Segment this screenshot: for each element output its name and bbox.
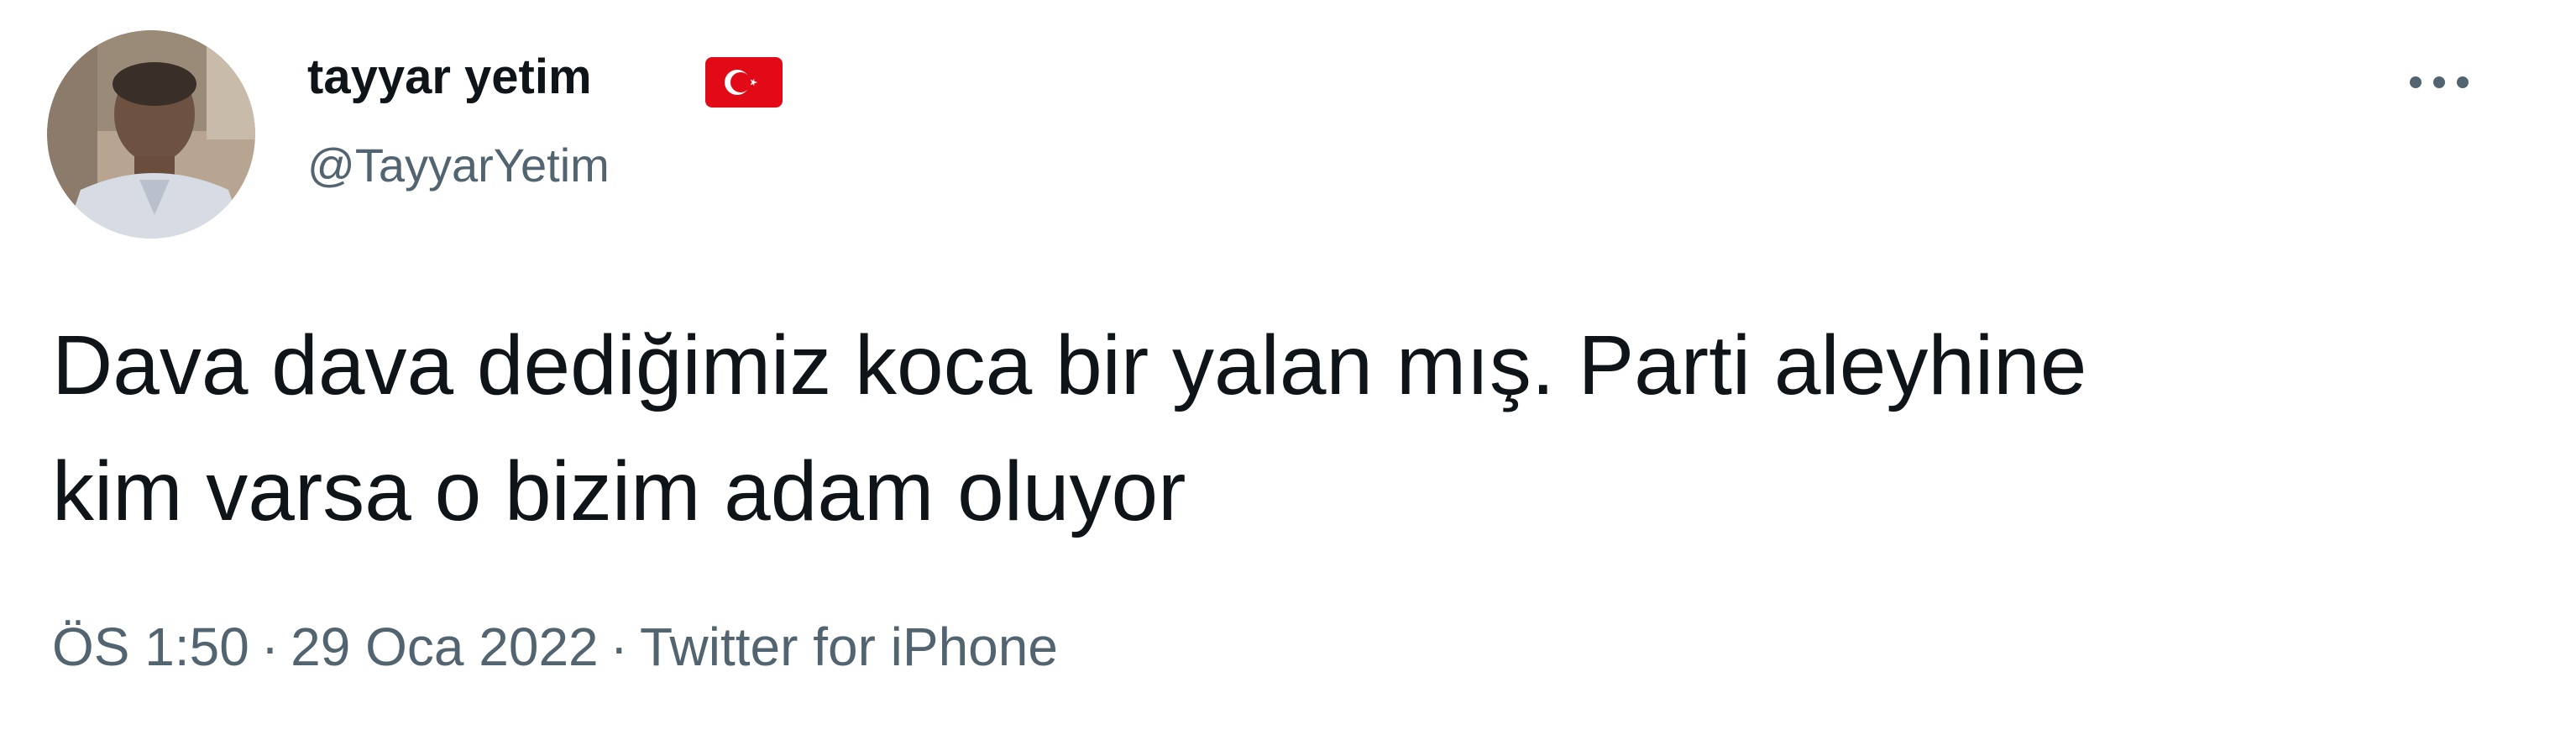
display-name[interactable]: tayyar yetim	[307, 47, 592, 108]
profile-photo-icon	[47, 30, 255, 239]
tweet-card: tayyar yetim @TayyarYetim Dava dava dedi…	[0, 0, 2576, 756]
tweet-text-line: kim varsa o bizim adam oluyor	[52, 444, 1186, 538]
user-handle[interactable]: @TayyarYetim	[307, 136, 610, 195]
meta-separator: ·	[610, 617, 628, 677]
more-options-icon	[2410, 76, 2469, 88]
tweet-source[interactable]: Twitter for iPhone	[640, 617, 1058, 677]
tweet-text: Dava dava dediğimiz koca bir yalan mış. …	[52, 302, 2487, 554]
avatar[interactable]	[47, 30, 255, 239]
more-options-button[interactable]	[2393, 49, 2485, 116]
tweet-date[interactable]: 29 Oca 2022	[291, 617, 599, 677]
turkey-flag-icon	[705, 57, 783, 108]
meta-separator: ·	[260, 617, 280, 677]
tweet-metadata: ÖS 1:50 · 29 Oca 2022 · Twitter for iPhone	[52, 613, 1058, 680]
tweet-time[interactable]: ÖS 1:50	[52, 617, 249, 677]
tweet-text-line: Dava dava dediğimiz koca bir yalan mış. …	[52, 318, 2087, 412]
